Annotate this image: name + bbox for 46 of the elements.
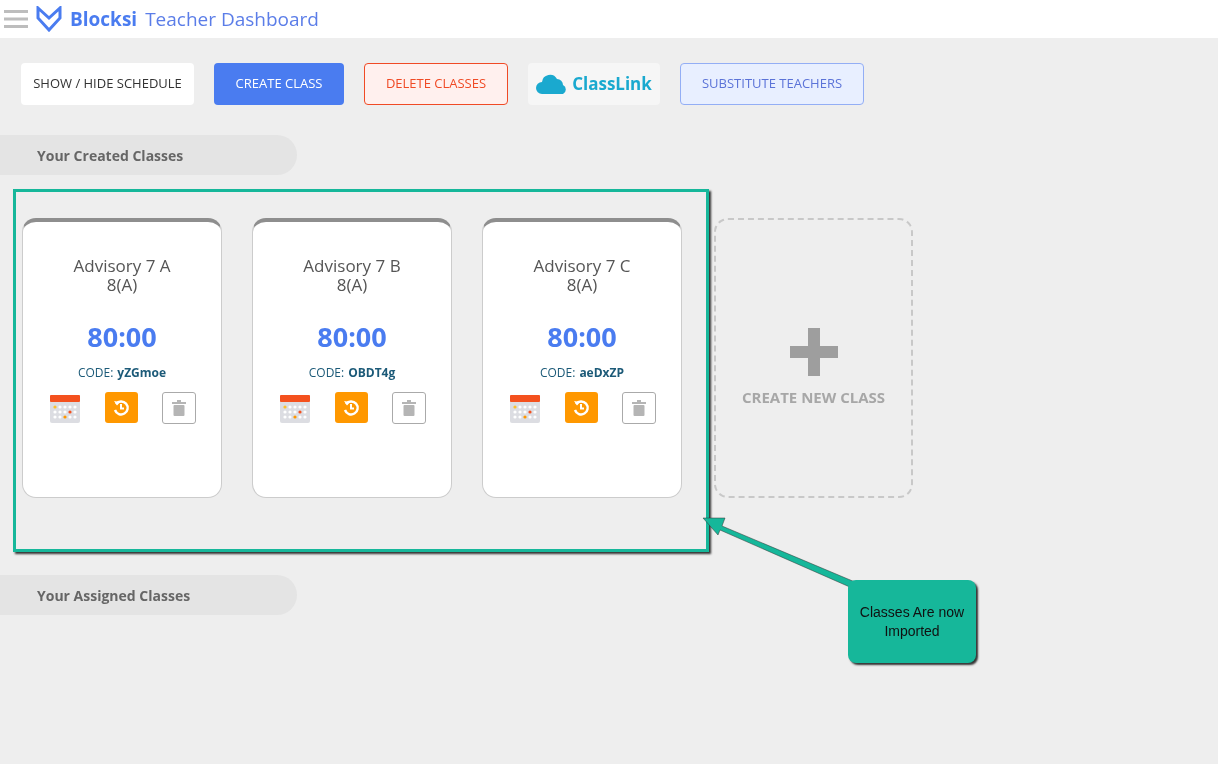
delete-button[interactable] — [161, 391, 196, 424]
brand-name: Blocksi — [70, 4, 138, 34]
class-code: yZGmoe — [117, 363, 167, 382]
app-title: Teacher Dashboard — [145, 4, 319, 34]
reset-button[interactable] — [564, 392, 598, 423]
create-new-class-label: CREATE NEW CLASS — [741, 385, 886, 409]
toolbar-button[interactable]: SHOW / HIDE SCHEDULE — [21, 63, 194, 105]
code-label: CODE: — [308, 363, 345, 382]
delete-button[interactable] — [621, 391, 656, 424]
cloud-icon — [536, 73, 569, 95]
toolbar-button[interactable]: CREATE CLASS — [214, 63, 344, 105]
delete-button[interactable] — [391, 391, 426, 424]
reset-button[interactable] — [104, 392, 138, 423]
code-label: CODE: — [77, 363, 114, 382]
class-name: Advisory 7 C — [533, 256, 631, 275]
trash-icon — [401, 399, 416, 416]
reset-icon — [572, 398, 590, 417]
section-header: Your Assigned Classes — [0, 575, 297, 615]
class-card[interactable]: Advisory 7 B 8(A) 80:00 CODE: OBDT4g — [252, 218, 452, 498]
class-card[interactable]: Advisory 7 A 8(A) 80:00 CODE: yZGmoe — [22, 218, 222, 498]
class-timer: 80:00 — [317, 317, 387, 357]
callout-box: Classes Are now Imported — [848, 580, 976, 663]
plus-icon — [789, 327, 838, 376]
class-section: 8(A) — [336, 275, 368, 294]
menu-icon[interactable] — [4, 9, 28, 29]
reset-button[interactable] — [334, 392, 368, 423]
class-card[interactable]: Advisory 7 C 8(A) 80:00 CODE: aeDxZP — [482, 218, 682, 498]
code-label: CODE: — [539, 363, 576, 382]
class-timer: 80:00 — [547, 317, 617, 357]
create-new-class-card[interactable]: CREATE NEW CLASS — [714, 218, 913, 498]
class-section: 8(A) — [566, 275, 598, 294]
toolbar-button[interactable]: SUBSTITUTE TEACHERS — [680, 63, 864, 105]
class-section: 8(A) — [106, 275, 138, 294]
section-header: Your Created Classes — [0, 135, 297, 175]
trash-icon — [171, 399, 186, 416]
classlink-button[interactable]: ClassLink — [528, 63, 660, 105]
trash-icon — [631, 399, 646, 416]
class-timer: 80:00 — [87, 317, 157, 357]
class-code: aeDxZP — [579, 363, 625, 382]
reset-icon — [112, 398, 130, 417]
class-name: Advisory 7 B — [303, 256, 401, 275]
reset-icon — [342, 398, 360, 417]
logo-icon — [36, 6, 62, 32]
toolbar-button[interactable]: DELETE CLASSES — [364, 63, 508, 105]
class-code: OBDT4g — [348, 363, 396, 382]
class-name: Advisory 7 A — [73, 256, 171, 275]
